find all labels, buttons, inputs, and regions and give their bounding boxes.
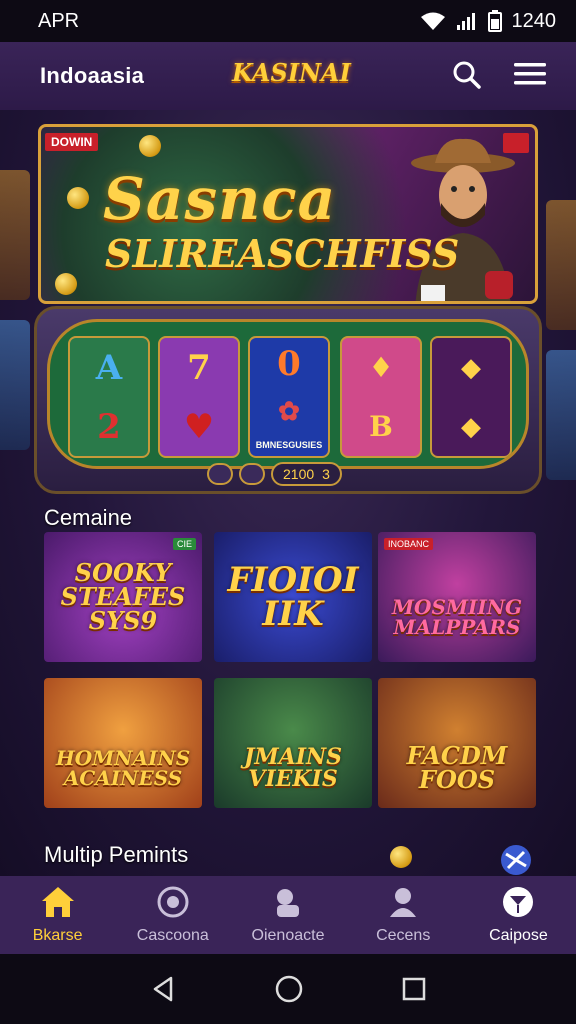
- banner-badge: DOWIN: [45, 133, 99, 151]
- battery-icon: [487, 10, 502, 32]
- card-tag: INOBANC: [384, 538, 434, 550]
- coin-icon: [67, 187, 89, 209]
- nav-item-slots[interactable]: Cascoona: [115, 876, 230, 954]
- cowboy-character-illustration: [411, 138, 515, 301]
- profile-icon: [390, 888, 417, 917]
- slot-machine[interactable]: A2 7 ♥ 0 ✿ BMNESGUSIES ♦ B ◆ ◆ 2100 3: [34, 306, 542, 494]
- search-icon[interactable]: [452, 60, 482, 90]
- game-title: FIOIOI IIK: [227, 560, 359, 634]
- menu-icon[interactable]: [514, 60, 546, 88]
- reel-4: ♦ B: [340, 336, 422, 458]
- status-icons: 1240: [420, 9, 557, 33]
- back-icon[interactable]: [149, 975, 177, 1003]
- app-logo[interactable]: KASINAI: [232, 58, 351, 87]
- game-card[interactable]: INOBANC MOSMIING MALPPARS: [378, 532, 536, 662]
- nav-label: Caipose: [489, 927, 548, 944]
- system-navigation-bar: [0, 954, 576, 1024]
- coin-icon: [55, 273, 77, 295]
- cocktail-icon: [503, 887, 534, 917]
- chip-button[interactable]: [207, 463, 233, 485]
- reel-2: 7 ♥: [158, 336, 240, 458]
- recents-icon[interactable]: [401, 976, 427, 1002]
- wifi-icon: [420, 12, 445, 30]
- nav-label: Oienoacte: [251, 927, 325, 944]
- game-title: HOMNAINS ACAINESS: [55, 746, 191, 790]
- card-tag: CIE: [172, 538, 196, 550]
- nav-item-home[interactable]: Bkarse: [0, 876, 115, 954]
- status-bar: APR 1240: [0, 0, 576, 42]
- coin-icon: [139, 135, 161, 157]
- bet-value: 2100: [283, 466, 315, 482]
- carrier-label: APR: [38, 9, 80, 32]
- section-title: Multip Pemints: [44, 842, 189, 867]
- home-button-icon[interactable]: [274, 974, 304, 1004]
- game-title: JMAINS VIEKIS: [243, 744, 343, 792]
- slot-reels-window: A2 7 ♥ 0 ✿ BMNESGUSIES ♦ B ◆ ◆: [47, 319, 529, 469]
- slot-controls: 2100 3: [207, 461, 342, 487]
- game-title: SOOKY STEAFES SYS9: [60, 558, 186, 635]
- game-title: FACDM FOOS: [406, 741, 508, 794]
- coin-icon: [390, 846, 412, 868]
- reel-label: BMNESGUSIES: [255, 439, 323, 450]
- nav-item-cocktail[interactable]: Caipose: [461, 876, 576, 954]
- bet-display[interactable]: 2100 3: [271, 462, 342, 486]
- section-title: Cemaine: [44, 505, 133, 530]
- promo-banner[interactable]: DOWIN Sasnca SLIREASCHFISS: [38, 124, 538, 304]
- game-card[interactable]: CIE SOOKY STEAFES SYS9: [44, 532, 202, 662]
- game-card[interactable]: FACDM FOOS: [378, 678, 536, 808]
- game-card[interactable]: HOMNAINS ACAINESS: [44, 678, 202, 808]
- app-header: Indoaasia KASINAI: [0, 42, 576, 110]
- game-card[interactable]: FIOIOI IIK: [214, 532, 372, 662]
- nav-item-cards[interactable]: Oienoacte: [230, 876, 345, 954]
- cards-icon: [277, 889, 299, 917]
- region-selector[interactable]: Indoaasia: [40, 63, 144, 89]
- signal-icon: [456, 13, 475, 30]
- banner-subtitle: SLIREASCHFISS: [105, 231, 460, 276]
- nav-label: Cascoona: [136, 927, 209, 944]
- reel-5: ◆ ◆: [430, 336, 512, 458]
- slots-icon: [157, 886, 189, 918]
- nav-label: Cecens: [376, 927, 431, 944]
- reel-1: A2: [68, 336, 150, 458]
- game-card[interactable]: JMAINS VIEKIS: [214, 678, 372, 808]
- chip-icon: [501, 845, 531, 875]
- bet-count: 3: [322, 466, 330, 482]
- home-icon: [41, 887, 74, 917]
- nav-label: Bkarse: [32, 927, 83, 944]
- banner-title: Sasnca: [103, 165, 337, 233]
- reel-3: 0 ✿ BMNESGUSIES: [248, 336, 330, 458]
- nav-item-profile[interactable]: Cecens: [346, 876, 461, 954]
- bottom-nav: Bkarse Cascoona Oienoacte Cecens Caipose: [0, 876, 576, 954]
- game-title: MOSMIING MALPPARS: [391, 595, 523, 639]
- clock: 1240: [511, 9, 557, 32]
- chip-button[interactable]: [239, 463, 265, 485]
